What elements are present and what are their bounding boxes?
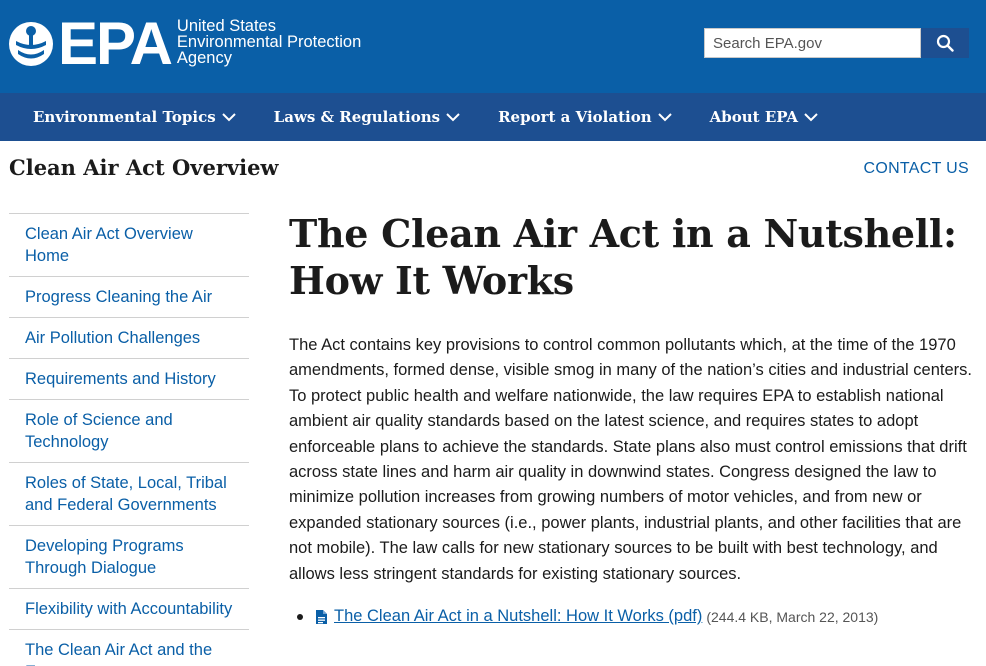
- nav-label: Environmental Topics: [33, 108, 216, 126]
- sidebar-item-progress[interactable]: Progress Cleaning the Air: [9, 277, 249, 318]
- epa-wordmark: EPA: [58, 10, 173, 77]
- search-input[interactable]: [704, 28, 921, 58]
- sidebar-item-overview-home[interactable]: Clean Air Act Overview Home: [9, 214, 249, 277]
- epa-logo[interactable]: EPA United States Environmental Protecti…: [8, 10, 362, 77]
- bullet: [297, 613, 303, 620]
- pdf-download-link[interactable]: The Clean Air Act in a Nutshell: How It …: [334, 607, 702, 626]
- nav-label: Laws & Regulations: [273, 108, 441, 126]
- chevron-down-icon: [657, 112, 672, 121]
- chevron-down-icon: [804, 112, 818, 121]
- sidebar-item-challenges[interactable]: Air Pollution Challenges: [9, 318, 249, 359]
- page-title: Clean Air Act Overview: [9, 155, 279, 180]
- file-list-item: The Clean Air Act in a Nutshell: How It …: [289, 607, 979, 626]
- file-meta: (244.4 KB, March 22, 2013): [706, 608, 879, 625]
- nav-environmental-topics[interactable]: Environmental Topics: [33, 108, 236, 126]
- sidebar-item-economy[interactable]: The Clean Air Act and the Economy: [9, 630, 249, 666]
- sidebar-item-governments[interactable]: Roles of State, Local, Tribal and Federa…: [9, 463, 249, 526]
- sidebar-item-dialogue[interactable]: Developing Programs Through Dialogue: [9, 526, 249, 589]
- nav-about-epa[interactable]: About EPA: [710, 108, 818, 126]
- nav-label: Report a Violation: [498, 108, 652, 126]
- sidebar-item-science[interactable]: Role of Science and Technology: [9, 400, 249, 463]
- article-heading: The Clean Air Act in a Nutshell: How It …: [289, 211, 957, 303]
- site-header: EPA United States Environmental Protecti…: [0, 0, 986, 93]
- search-button[interactable]: [921, 28, 969, 58]
- nav-report-violation[interactable]: Report a Violation: [498, 108, 672, 126]
- article-body: The Act contains key provisions to contr…: [289, 336, 972, 583]
- search-icon: [936, 34, 954, 52]
- contact-us-link[interactable]: CONTACT US: [863, 160, 969, 178]
- sidebar-item-requirements[interactable]: Requirements and History: [9, 359, 249, 400]
- sidebar-item-flexibility[interactable]: Flexibility with Accountability: [9, 589, 249, 630]
- main-navigation: Environmental Topics Laws & Regulations …: [0, 93, 986, 141]
- agency-line-3: Agency: [176, 49, 232, 67]
- chevron-down-icon: [446, 112, 460, 121]
- search-form: [704, 28, 969, 58]
- agency-name: United States Environmental Protection A…: [176, 17, 362, 67]
- agency-line-1: United States: [176, 17, 276, 35]
- nav-label: About EPA: [709, 108, 799, 126]
- chevron-down-icon: [221, 112, 236, 121]
- epa-flower-icon: [9, 22, 53, 66]
- main-content: The Clean Air Act in a Nutshell: How It …: [289, 210, 979, 626]
- sidebar-nav: Clean Air Act Overview Home Progress Cle…: [9, 213, 249, 666]
- nav-laws-regulations[interactable]: Laws & Regulations: [274, 108, 460, 126]
- file-list: The Clean Air Act in a Nutshell: How It …: [289, 607, 979, 626]
- file-pdf-icon: [315, 609, 328, 625]
- agency-line-2: Environmental Protection: [176, 33, 362, 51]
